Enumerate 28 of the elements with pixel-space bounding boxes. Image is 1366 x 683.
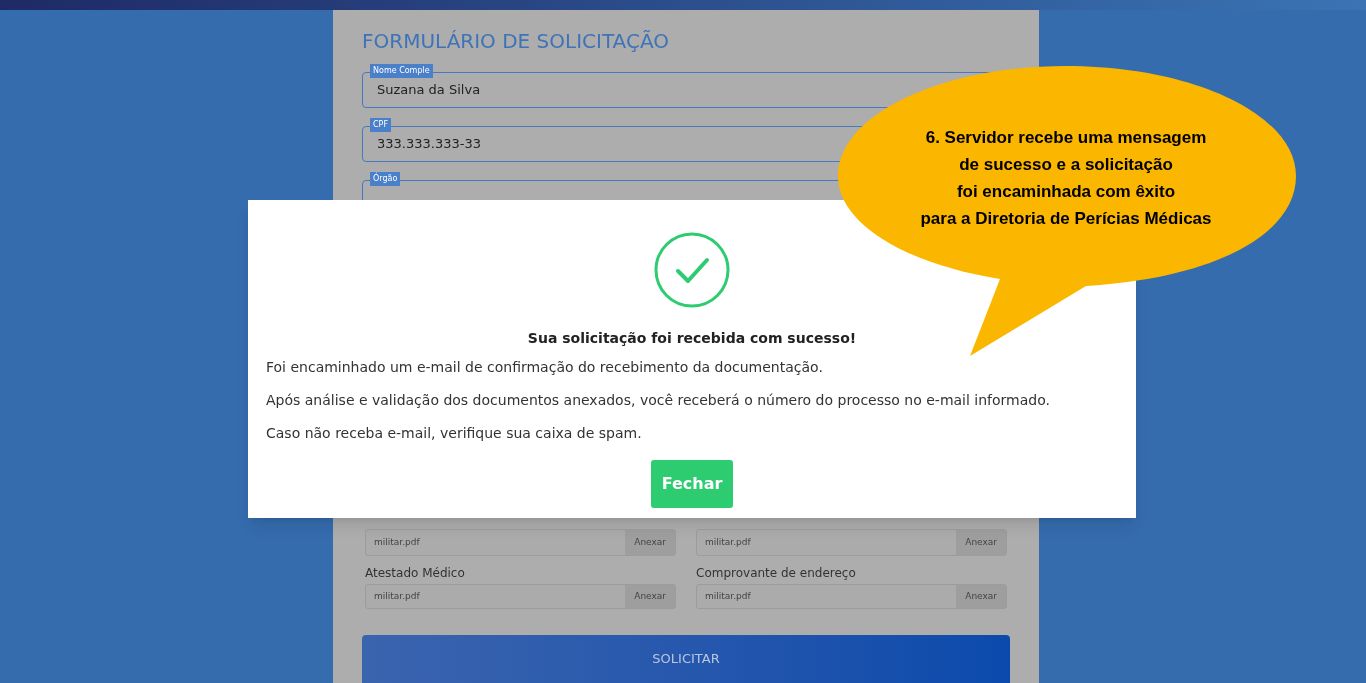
- field-label: Nome Comple: [370, 64, 433, 78]
- file-field[interactable]: militar.pdf Anexar: [365, 584, 676, 609]
- dialog-message: Após análise e validação dos documentos anexados, você receberá o número do processo no e-mail informado.: [266, 391, 1051, 410]
- callout-text: para a Diretoria de Perícias Médicas: [920, 208, 1212, 230]
- form-title: FORMULÁRIO DE SOLICITAÇÃO: [362, 28, 670, 55]
- attachment-label: Comprovante de endereço: [696, 565, 857, 582]
- file-name: militar.pdf: [373, 589, 421, 603]
- attach-button[interactable]: Anexar: [625, 530, 675, 555]
- dialog-title: Sua solicitação foi recebida com sucesso!: [527, 329, 857, 348]
- field-label: CPF: [370, 118, 391, 132]
- dialog-message: Caso não receba e-mail, verifique sua caixa de spam.: [266, 424, 643, 443]
- submit-button[interactable]: SOLICITAR: [362, 635, 1010, 683]
- file-field[interactable]: militar.pdf Anexar: [696, 584, 1007, 609]
- attach-button[interactable]: Anexar: [956, 530, 1006, 555]
- attachment-label: Atestado Médico: [365, 565, 466, 582]
- dialog-message: Foi encaminhado um e-mail de confirmação do recebimento da documentação.: [266, 358, 824, 377]
- file-name: militar.pdf: [373, 535, 421, 549]
- file-name: militar.pdf: [704, 589, 752, 603]
- field-label: Órgão: [370, 172, 401, 186]
- file-field[interactable]: militar.pdf Anexar: [365, 529, 676, 556]
- file-name: militar.pdf: [704, 535, 752, 549]
- file-field[interactable]: militar.pdf Anexar: [696, 529, 1007, 556]
- field-value: Suzana da Silva: [377, 81, 481, 100]
- callout-text: foi encaminhada com êxito: [956, 181, 1176, 203]
- field-value: 333.333.333-33: [377, 135, 481, 154]
- attach-button[interactable]: Anexar: [625, 585, 675, 608]
- attach-button[interactable]: Anexar: [956, 585, 1006, 608]
- success-check-icon: [654, 232, 730, 308]
